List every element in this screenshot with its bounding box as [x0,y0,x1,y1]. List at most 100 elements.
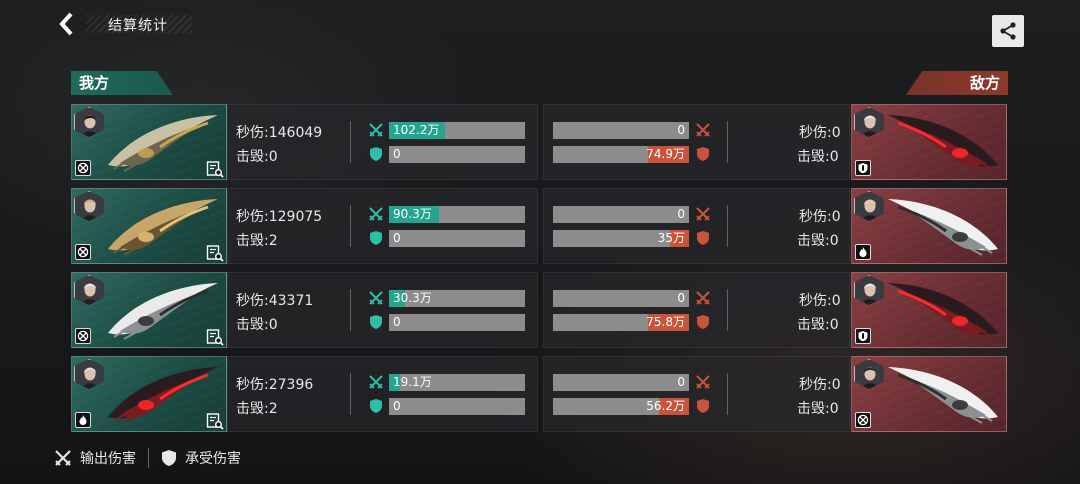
damage-taken-value: 0 [393,147,401,161]
shield-icon [368,230,384,246]
damage-taken-bar: 0 [389,314,525,331]
enemy-dps-stat: 秒伤:0 [799,290,841,310]
crossed-swords-icon [695,374,711,390]
enemy-dps-stat: 秒伤:0 [799,374,841,394]
shield-class-icon [855,328,871,344]
damage-dealt-bar: 90.3万 [389,206,525,223]
divider [350,373,351,415]
enemy-damage-dealt-bar: 0 [553,122,689,139]
kills-label: 击毁: [236,149,269,165]
kills-label: 击毁: [797,233,830,249]
kills-label: 击毁: [797,149,830,165]
divider [350,289,351,331]
chevron-left-icon [59,12,73,36]
dps-label: 秒伤: [799,377,832,393]
our-row-panel [227,356,538,432]
kills-stat: 击毁:2 [236,398,278,418]
our-ship-card[interactable] [71,272,227,348]
dps-label: 秒伤: [799,125,832,141]
shield-icon [368,398,384,414]
back-button[interactable] [54,10,80,38]
dps-label: 秒伤: [236,209,269,225]
enemy-damage-dealt-bar: 0 [553,290,689,307]
dps-value: 0 [831,377,841,393]
detail-search-icon[interactable] [206,328,224,346]
kills-value: 0 [268,149,278,165]
dps-value: 0 [831,209,841,225]
dps-stat: 秒伤:27396 [236,374,313,394]
share-icon [1000,22,1016,40]
legend-divider [148,448,149,468]
kills-value: 0 [829,401,839,417]
enemy-ship-card[interactable] [851,272,1007,348]
damage-taken-value: 0 [393,315,401,329]
divider [727,373,728,415]
damage-taken-bar: 0 [389,398,525,415]
enemy-damage-taken-bar: 74.9万 [553,146,689,163]
shield-icon [368,314,384,330]
divider [727,205,728,247]
enemy-kills-stat: 击毁:0 [797,230,839,250]
target-icon [75,244,91,260]
enemy-ship-card[interactable] [851,356,1007,432]
dps-label: 秒伤: [236,293,269,309]
legend-taken: 承受伤害 [161,448,241,468]
our-ship-card[interactable] [71,104,227,180]
enemy-damage-taken-bar: 56.2万 [553,398,689,415]
enemy-row-panel [543,272,850,348]
dps-label: 秒伤: [799,209,832,225]
shield-icon [162,450,176,466]
our-ship-card[interactable] [71,188,227,264]
target-icon [75,328,91,344]
damage-dealt-value: 30.3万 [393,291,432,305]
dps-value: 0 [831,293,841,309]
enemy-kills-stat: 击毁:0 [797,398,839,418]
dps-value: 0 [831,125,841,141]
enemy-damage-taken-value: 35万 [657,231,685,245]
enemy-row-panel [543,188,850,264]
dps-value: 129075 [268,209,323,225]
detail-search-icon[interactable] [206,412,224,430]
ship-image [880,107,1006,179]
shield-icon [695,314,711,330]
enemy-damage-taken-value: 56.2万 [646,399,685,413]
legend-taken-label: 承受伤害 [185,451,241,467]
enemy-damage-dealt-bar: 0 [553,206,689,223]
page-title: 结算统计 [108,18,168,34]
crossed-swords-icon [368,374,384,390]
divider [727,289,728,331]
share-button[interactable] [992,15,1024,47]
our-row-panel [227,272,538,348]
damage-dealt-bar: 30.3万 [389,290,525,307]
damage-taken-bar: 0 [389,230,525,247]
enemy-ship-card[interactable] [851,104,1007,180]
flame-class-icon [75,412,91,428]
top-bar: 结算统计 [0,0,1080,50]
enemy-kills-stat: 击毁:0 [797,314,839,334]
detail-search-icon[interactable] [206,244,224,262]
ship-image [880,191,1006,263]
divider [350,205,351,247]
ship-image [880,275,1006,347]
damage-taken-value: 0 [393,231,401,245]
our-ship-card[interactable] [71,356,227,432]
enemy-row-panel [543,104,850,180]
damage-dealt-bar: 19.1万 [389,374,525,391]
legend-dealt-label: 输出伤害 [80,451,136,467]
kills-value: 2 [268,401,278,417]
dps-value: 146049 [268,125,323,141]
kills-value: 0 [829,317,839,333]
detail-search-icon[interactable] [206,160,224,178]
dps-label: 秒伤: [236,125,269,141]
divider [727,121,728,163]
dps-stat: 秒伤:43371 [236,290,313,310]
enemy-damage-taken-bar: 35万 [553,230,689,247]
kills-stat: 击毁:2 [236,230,278,250]
dps-stat: 秒伤:129075 [236,206,322,226]
our-row-panel [227,188,538,264]
enemy-ship-card[interactable] [851,188,1007,264]
damage-dealt-value: 19.1万 [393,375,432,389]
crossed-swords-icon [368,206,384,222]
flame-class-icon [855,244,871,260]
enemy-dps-stat: 秒伤:0 [799,122,841,142]
